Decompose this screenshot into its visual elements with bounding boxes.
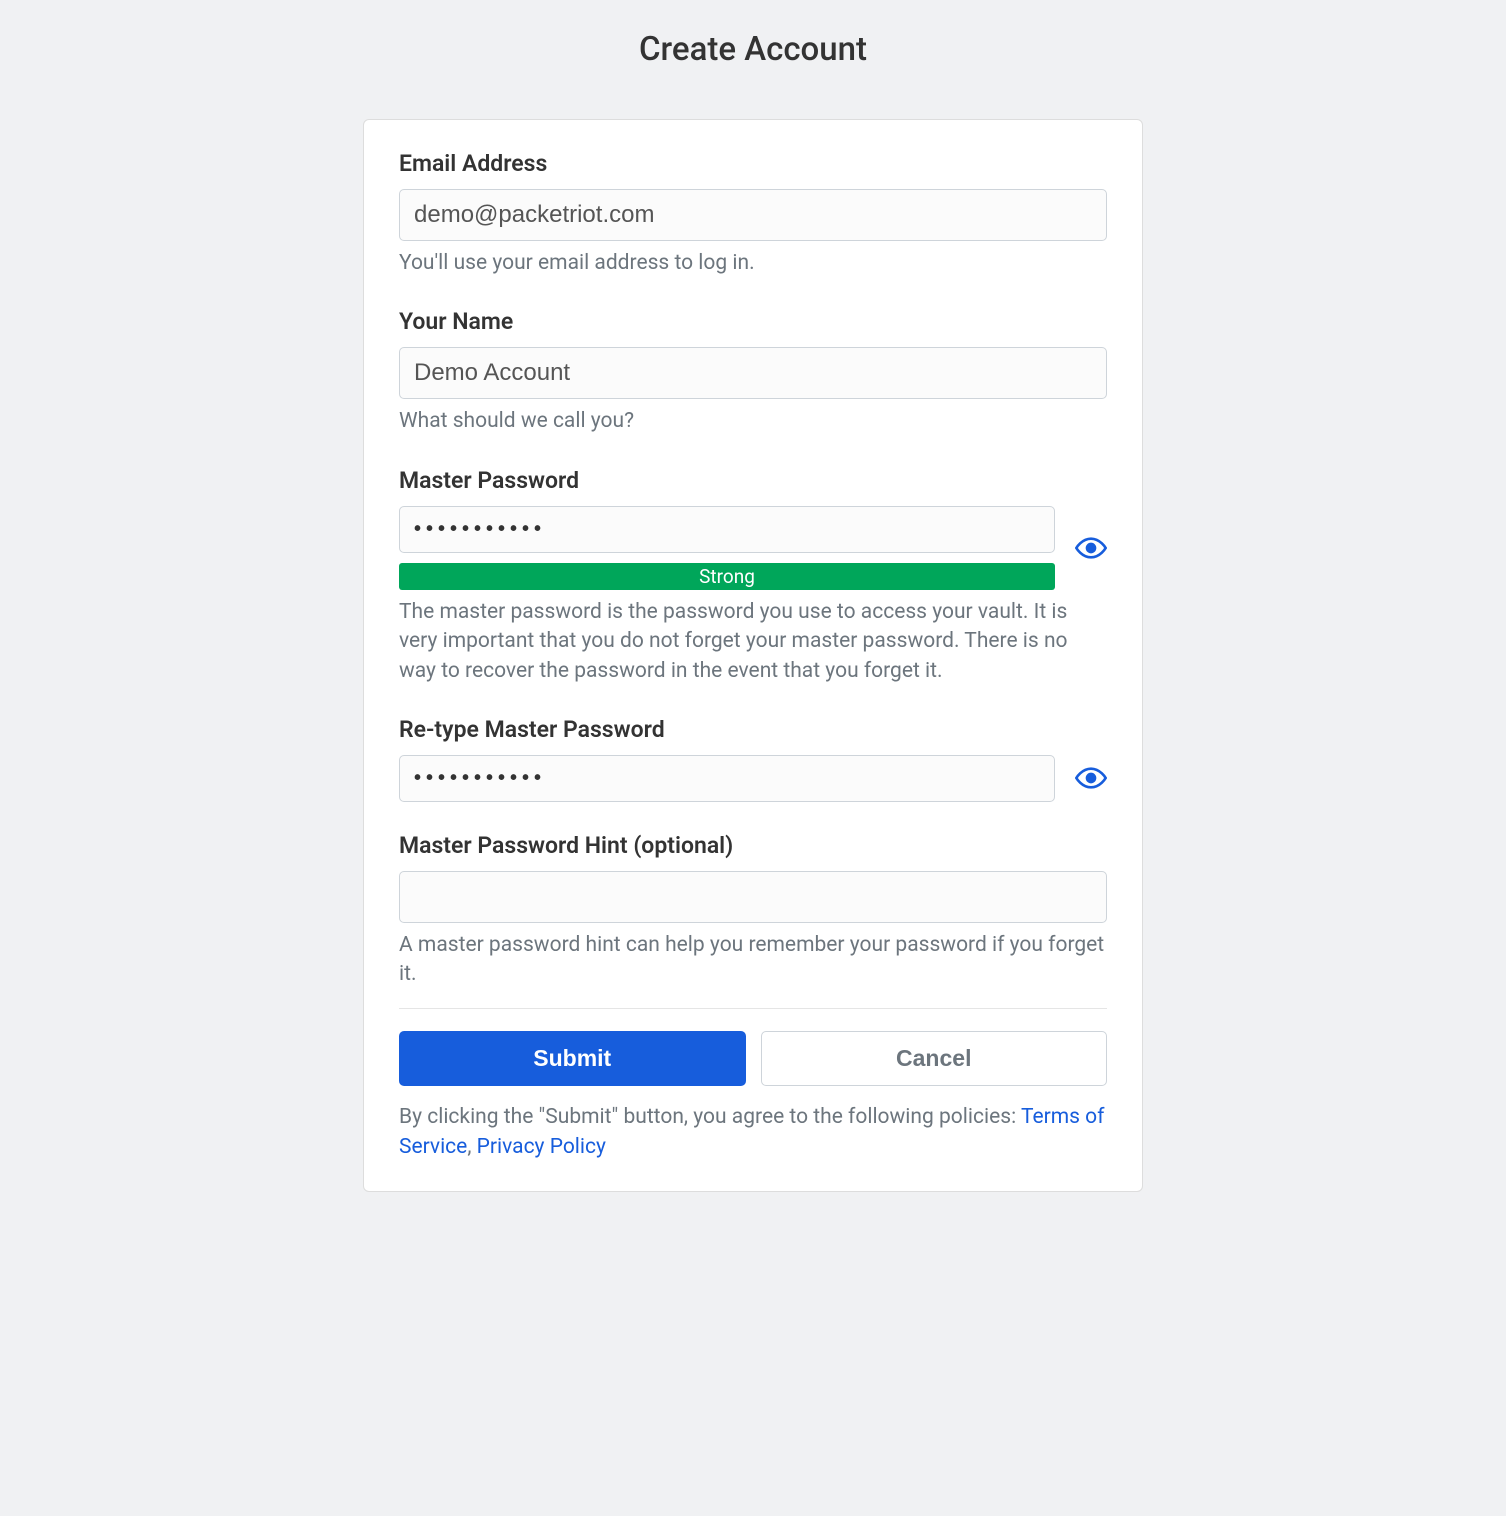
password-hint-description: A master password hint can help you reme… [399, 931, 1107, 990]
password-hint-label: Master Password Hint (optional) [399, 832, 1107, 859]
toggle-retype-password-visibility-icon[interactable] [1075, 767, 1107, 789]
master-password-label: Master Password [399, 467, 1107, 494]
cancel-button[interactable]: Cancel [761, 1031, 1108, 1086]
registration-form-card: Email Address You'll use your email addr… [363, 119, 1143, 1192]
button-row: Submit Cancel [399, 1031, 1107, 1086]
master-password-form-group: Master Password Strong The master passwo… [399, 467, 1107, 686]
retype-password-label: Re-type Master Password [399, 716, 1107, 743]
page-title: Create Account [363, 30, 1143, 69]
name-input[interactable] [399, 347, 1107, 399]
privacy-policy-link[interactable]: Privacy Policy [477, 1135, 606, 1159]
toggle-password-visibility-icon[interactable] [1075, 537, 1107, 559]
password-hint-form-group: Master Password Hint (optional) A master… [399, 832, 1107, 990]
submit-button[interactable]: Submit [399, 1031, 746, 1086]
master-password-input[interactable] [399, 506, 1055, 553]
password-hint-input[interactable] [399, 871, 1107, 923]
footer-text-prefix: By clicking the "Submit" button, you agr… [399, 1105, 1021, 1129]
terms-footer: By clicking the "Submit" button, you agr… [399, 1102, 1107, 1163]
retype-password-input[interactable] [399, 755, 1055, 802]
password-strength-indicator: Strong [399, 563, 1055, 590]
master-password-hint: The master password is the password you … [399, 598, 1107, 686]
name-hint: What should we call you? [399, 407, 1107, 436]
retype-password-form-group: Re-type Master Password [399, 716, 1107, 802]
footer-separator: , [467, 1135, 476, 1159]
form-divider [399, 1008, 1107, 1009]
name-label: Your Name [399, 308, 1107, 335]
email-input[interactable] [399, 189, 1107, 241]
email-form-group: Email Address You'll use your email addr… [399, 150, 1107, 278]
name-form-group: Your Name What should we call you? [399, 308, 1107, 436]
email-hint: You'll use your email address to log in. [399, 249, 1107, 278]
email-label: Email Address [399, 150, 1107, 177]
